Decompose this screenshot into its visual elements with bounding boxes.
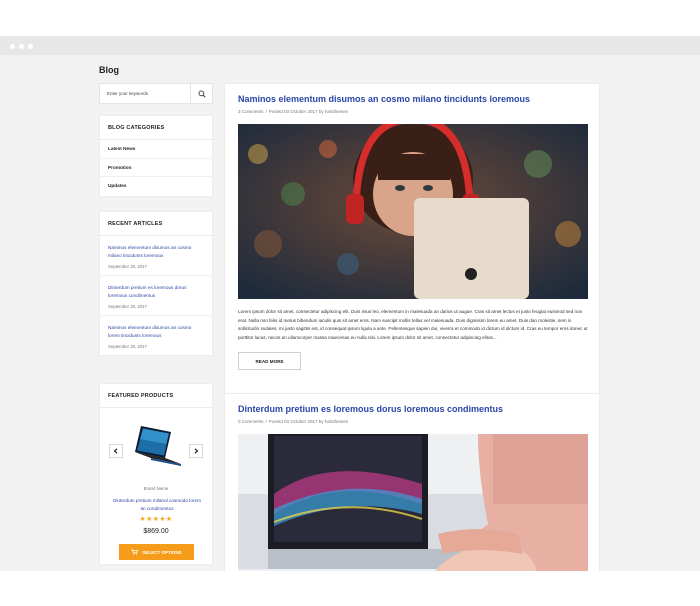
product-brand: Brand Name [143, 486, 169, 491]
blog-post: Naminos elementum disumos an cosmo milan… [225, 94, 599, 370]
star-rating: ★★★★★ [139, 516, 173, 523]
category-link-latest-news[interactable]: Latest News [100, 140, 212, 159]
meta-separator: / [265, 109, 267, 114]
post-comments-link[interactable]: 3 Comments [238, 109, 264, 114]
product-card: Brand Name Dinterdum pretium milanol cos… [100, 408, 212, 564]
post-featured-image[interactable] [238, 124, 588, 299]
post-author-date: Posted 03 October 2017 by halothemes [268, 419, 349, 424]
list-item: Dinterdum pretium es loremous dorus lore… [100, 276, 212, 316]
blog-categories-widget: BLOG CATEGORIES Latest News Promotion Up… [99, 115, 213, 197]
chevron-left-icon [113, 448, 118, 454]
article-link[interactable]: Naminos elementum disumos an cosmo milan… [108, 244, 204, 259]
widget-title: RECENT ARTICLES [100, 212, 212, 236]
article-link[interactable]: Naminos elementum disumos an cosmo lorem… [108, 324, 204, 339]
article-link[interactable]: Dinterdum pretium es loremous dorus lore… [108, 284, 204, 299]
chevron-right-icon [194, 448, 199, 454]
post-featured-image[interactable] [238, 434, 588, 571]
featured-products-widget: FEATURED PRODUCTS Brand Name Dinterdum p… [99, 383, 213, 565]
post-excerpt: Lorem ipsum dolor sit amet, consectetur … [238, 309, 588, 340]
post-title-link[interactable]: Naminos elementum disumos an cosmo milan… [238, 94, 586, 104]
article-date: September 30, 2017 [108, 344, 147, 349]
blog-post-list: Naminos elementum disumos an cosmo milan… [224, 83, 600, 571]
search-input[interactable] [100, 84, 190, 103]
window-dot-icon [10, 44, 15, 49]
list-item: Naminos elementum disumos an cosmo lorem… [100, 316, 212, 355]
read-more-button[interactable]: READ MORE [238, 352, 301, 370]
carousel-next-button[interactable] [189, 444, 203, 458]
post-meta: 3 Comments / Posted 03 October 2017 by hal… [238, 109, 586, 114]
search-button[interactable] [190, 84, 212, 103]
carousel-prev-button[interactable] [109, 444, 123, 458]
window-dot-icon [28, 44, 33, 49]
post-comments-link[interactable]: 0 Comments [238, 419, 264, 424]
widget-title: FEATURED PRODUCTS [100, 384, 212, 408]
product-price: $869.00 [143, 528, 169, 535]
search-icon [198, 90, 206, 98]
article-date: September 30, 2017 [108, 304, 147, 309]
post-divider [225, 393, 599, 394]
search-box [99, 83, 213, 104]
product-laptop-image[interactable] [127, 422, 187, 474]
blog-post: Dinterdum pretium es loremous dorus lore… [225, 404, 599, 571]
browser-toolbar [0, 36, 700, 55]
window-dot-icon [19, 44, 24, 49]
product-name-link[interactable]: Dinterdum pretium milanol cosmodo lorem … [110, 497, 204, 512]
list-item: Naminos elementum disumos an cosmo milan… [100, 236, 212, 276]
browser-window: Blog BLOG CATEGORIES Latest News Promoti… [0, 36, 700, 571]
page-title: Blog [99, 65, 119, 75]
post-image-laptop-hands [238, 434, 588, 571]
category-link-promotion[interactable]: Promotion [100, 159, 212, 177]
meta-separator: / [265, 419, 267, 424]
post-title-link[interactable]: Dinterdum pretium es loremous dorus lore… [238, 404, 586, 414]
post-meta: 0 Comments / Posted 03 October 2017 by hal… [238, 419, 586, 424]
article-date: September 30, 2017 [108, 264, 147, 269]
category-link-updates[interactable]: Updates [100, 177, 212, 196]
widget-title: BLOG CATEGORIES [100, 116, 212, 140]
post-image-headphones-tablet [238, 124, 588, 299]
recent-articles-widget: RECENT ARTICLES Naminos elementum disumo… [99, 211, 213, 356]
cart-icon [131, 549, 139, 555]
post-author-date: Posted 03 October 2017 by halothemes [268, 109, 349, 114]
select-options-label: SELECT OPTIONS [142, 549, 182, 555]
select-options-button[interactable]: SELECT OPTIONS [119, 544, 194, 560]
